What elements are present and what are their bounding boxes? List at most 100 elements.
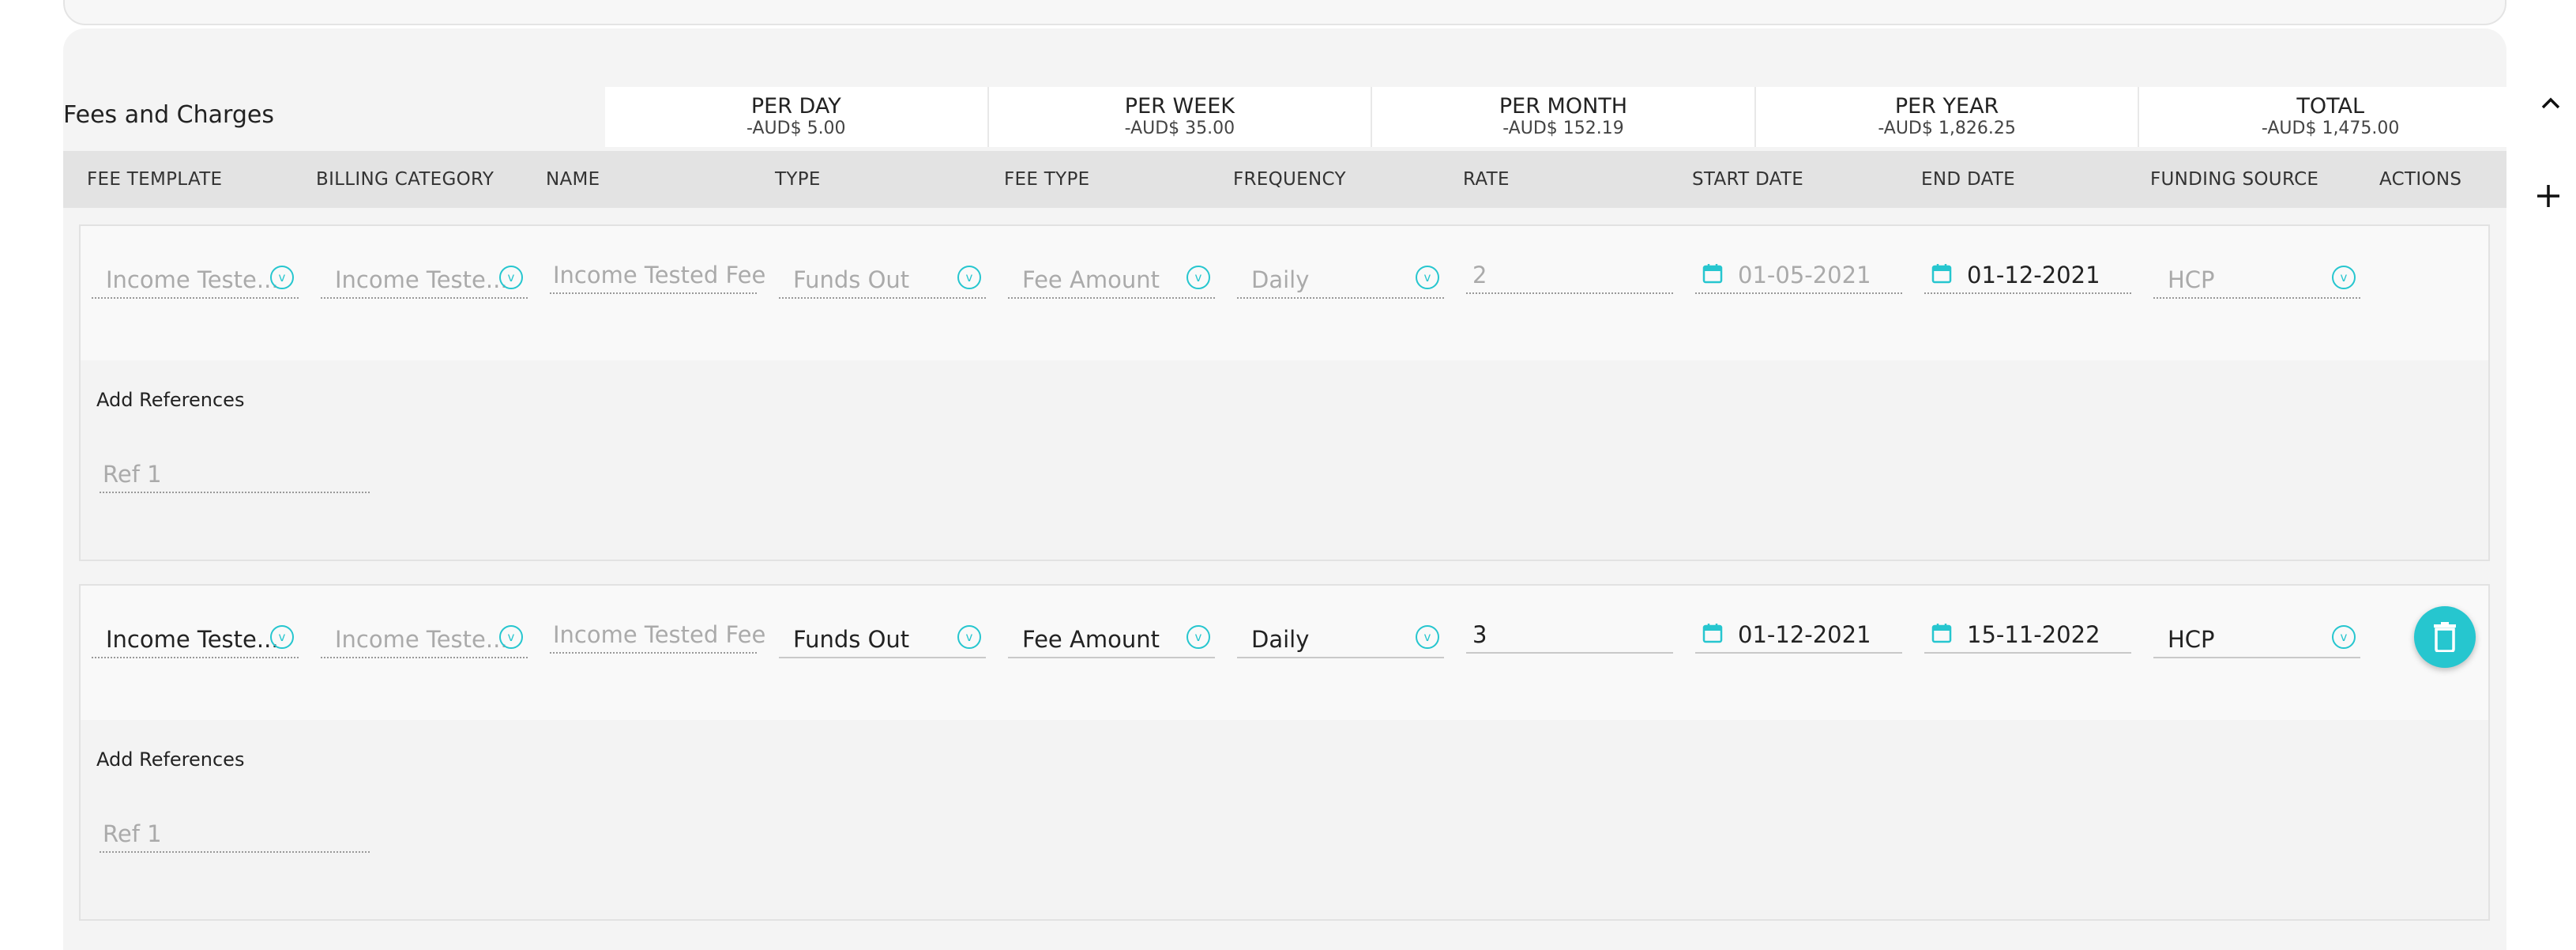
- calendar-icon: [1931, 264, 1952, 284]
- column-header: FEE TEMPLATE: [87, 169, 223, 190]
- summary-per-day: PER DAY -AUD$ 5.00: [605, 87, 989, 147]
- fee-row-fields: Income Teste... v Income Teste... v Inco…: [81, 586, 2488, 720]
- summary-per-year: PER YEAR -AUD$ 1,826.25: [1755, 87, 2140, 147]
- funding-source-value: HCP: [2168, 266, 2215, 293]
- name-value: Income Tested Fee: [553, 262, 766, 288]
- frequency-value: Daily: [1251, 626, 1310, 653]
- delete-row-button[interactable]: [2414, 606, 2476, 668]
- frequency-select[interactable]: Daily v: [1237, 620, 1444, 658]
- summary-value: -AUD$ 1,826.25: [1878, 119, 2016, 138]
- fee-template-value: Income Teste...: [106, 266, 279, 293]
- billing-category-select[interactable]: Income Teste... v: [321, 261, 528, 299]
- dropdown-icon: v: [1416, 625, 1439, 649]
- name-field[interactable]: Income Tested Fee: [550, 256, 765, 294]
- fee-type-select[interactable]: Fee Amount v: [1008, 261, 1215, 299]
- name-field[interactable]: Income Tested Fee: [550, 616, 765, 654]
- frequency-value: Daily: [1251, 266, 1310, 293]
- column-header: FEE TYPE: [1004, 169, 1090, 190]
- summary-total: TOTAL -AUD$ 1,475.00: [2139, 87, 2521, 147]
- frequency-select[interactable]: Daily v: [1237, 261, 1444, 299]
- summary-label: PER YEAR: [1894, 94, 1999, 119]
- ref-input[interactable]: Ref 1: [100, 815, 370, 853]
- fee-row-fields: Income Teste... v Income Teste... v Inco…: [81, 226, 2488, 360]
- billing-category-select[interactable]: Income Teste... v: [321, 620, 528, 658]
- trash-icon: [2434, 622, 2456, 652]
- fee-template-select[interactable]: Income Teste... v: [92, 261, 299, 299]
- summary-label: PER DAY: [750, 94, 841, 119]
- fee-template-value: Income Teste...: [106, 626, 279, 653]
- funding-source-select[interactable]: HCP v: [2153, 620, 2360, 658]
- column-header: NAME: [546, 169, 600, 190]
- type-value: Funds Out: [793, 626, 910, 653]
- section-title: Fees and Charges: [63, 101, 274, 129]
- dropdown-icon: v: [1186, 625, 1210, 649]
- column-header: BILLING CATEGORY: [316, 169, 495, 190]
- funding-source-value: HCP: [2168, 626, 2215, 653]
- dropdown-icon: v: [1186, 266, 1210, 289]
- type-select[interactable]: Funds Out v: [779, 620, 986, 658]
- dropdown-icon: v: [499, 266, 523, 289]
- calendar-icon: [1702, 264, 1723, 284]
- column-header: TYPE: [775, 169, 821, 190]
- ref-placeholder: Ref 1: [103, 820, 162, 847]
- calendar-icon: [1702, 624, 1723, 643]
- column-header: RATE: [1463, 169, 1510, 190]
- dropdown-icon: v: [2332, 625, 2356, 649]
- fee-row: Income Teste... v Income Teste... v Inco…: [79, 584, 2490, 921]
- funding-source-select[interactable]: HCP v: [2153, 261, 2360, 299]
- end-date-value: 15-11-2022: [1967, 621, 2100, 648]
- rate-input[interactable]: 3: [1466, 616, 1673, 654]
- type-value: Funds Out: [793, 266, 910, 293]
- fee-template-select[interactable]: Income Teste... v: [92, 620, 299, 658]
- ref-placeholder: Ref 1: [103, 461, 162, 488]
- add-references-label: Add References: [96, 748, 245, 771]
- summary-per-month: PER MONTH -AUD$ 152.19: [1372, 87, 1756, 147]
- rate-value: 2: [1472, 262, 1487, 288]
- dropdown-icon: v: [499, 625, 523, 649]
- dropdown-icon: v: [2332, 266, 2356, 289]
- table-header: FEE TEMPLATE BILLING CATEGORY NAME TYPE …: [63, 151, 2506, 208]
- summary-value: -AUD$ 35.00: [1124, 119, 1235, 138]
- column-header: ACTIONS: [2379, 169, 2462, 190]
- column-header: END DATE: [1921, 169, 2015, 190]
- summary-label: PER MONTH: [1499, 94, 1628, 119]
- chevron-up-icon[interactable]: [2537, 90, 2564, 117]
- fee-row: Income Teste... v Income Teste... v Inco…: [79, 224, 2490, 561]
- summary-value: -AUD$ 152.19: [1502, 119, 1624, 138]
- start-date-value: 01-12-2021: [1738, 621, 1871, 648]
- start-date-picker[interactable]: 01-12-2021: [1695, 616, 1902, 654]
- column-header: FUNDING SOURCE: [2150, 169, 2319, 190]
- end-date-value: 01-12-2021: [1967, 262, 2100, 288]
- column-header: FREQUENCY: [1233, 169, 1346, 190]
- fee-type-value: Fee Amount: [1022, 626, 1160, 653]
- start-date-picker[interactable]: 01-05-2021: [1695, 256, 1902, 294]
- summary-per-week: PER WEEK -AUD$ 35.00: [988, 87, 1373, 147]
- billing-category-value: Income Teste...: [335, 266, 508, 293]
- dropdown-icon: v: [1416, 266, 1439, 289]
- dropdown-icon: v: [957, 625, 981, 649]
- rate-value: 3: [1472, 621, 1487, 648]
- dropdown-icon: v: [957, 266, 981, 289]
- fee-summary: PER DAY -AUD$ 5.00 PER WEEK -AUD$ 35.00 …: [605, 87, 2521, 147]
- summary-value: -AUD$ 5.00: [746, 119, 846, 138]
- billing-category-value: Income Teste...: [335, 626, 508, 653]
- summary-label: TOTAL: [2296, 94, 2364, 119]
- summary-label: PER WEEK: [1124, 94, 1235, 119]
- dropdown-icon: v: [270, 266, 294, 289]
- calendar-icon: [1931, 624, 1952, 643]
- start-date-value: 01-05-2021: [1738, 262, 1871, 288]
- rate-input[interactable]: 2: [1466, 256, 1673, 294]
- dropdown-icon: v: [270, 625, 294, 649]
- plus-icon[interactable]: [2533, 180, 2564, 212]
- fee-type-select[interactable]: Fee Amount v: [1008, 620, 1215, 658]
- previous-section-card: [63, 0, 2506, 25]
- column-header: START DATE: [1692, 169, 1804, 190]
- ref-input[interactable]: Ref 1: [100, 455, 370, 493]
- end-date-picker[interactable]: 01-12-2021: [1924, 256, 2131, 294]
- type-select[interactable]: Funds Out v: [779, 261, 986, 299]
- end-date-picker[interactable]: 15-11-2022: [1924, 616, 2131, 654]
- add-references-label: Add References: [96, 389, 245, 411]
- summary-value: -AUD$ 1,475.00: [2261, 119, 2400, 138]
- fee-type-value: Fee Amount: [1022, 266, 1160, 293]
- name-value: Income Tested Fee: [553, 621, 766, 648]
